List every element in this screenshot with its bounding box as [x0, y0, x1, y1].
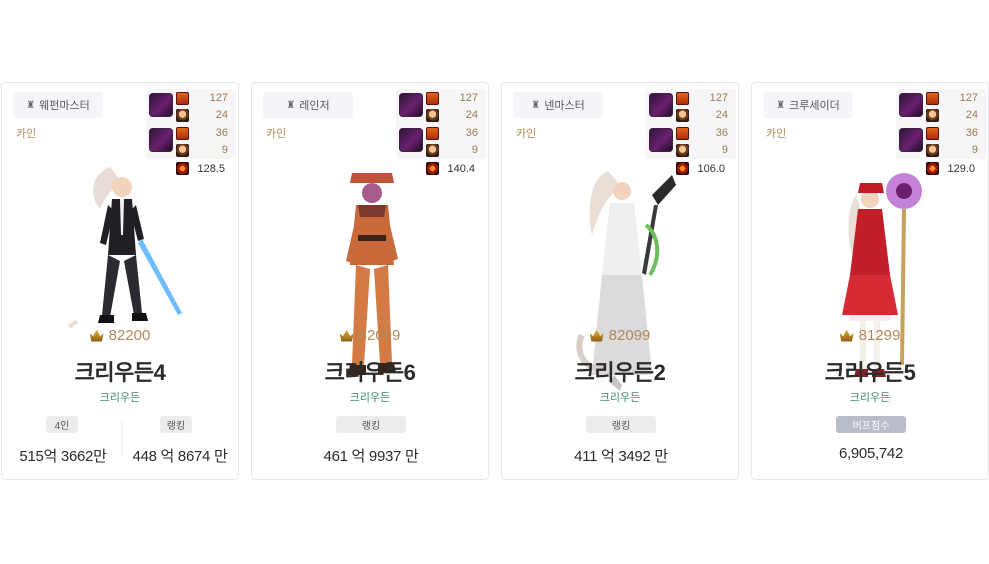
- avatar-icon: [676, 109, 689, 122]
- server-label: 카인: [766, 128, 787, 140]
- character-card-3[interactable]: ♜ 넨마스터 카인 127 24 36 9 106.0 82099 크리우든2 크…: [501, 82, 739, 480]
- character-card-4[interactable]: ♜ 크루세이더 카인 127 24 36 9 129.0 81299 크리우든5 …: [751, 82, 989, 480]
- stat-value: 127: [459, 92, 478, 104]
- divider: [121, 421, 122, 457]
- character-card-1[interactable]: ♜ 웨펀마스터 카인 127 24 36 9 128.5 82200 크리우든4 …: [1, 82, 239, 480]
- job-badge: ♜ 웨펀마스터: [13, 92, 103, 118]
- aura-icon: [649, 128, 673, 152]
- party-damage-value: 515억 3662만: [19, 448, 107, 465]
- score-value: 81299: [858, 327, 901, 344]
- avatar-icon: [676, 144, 689, 157]
- score-value: 82099: [608, 327, 651, 344]
- server-label: 카인: [516, 128, 537, 140]
- title-icon: [926, 92, 939, 105]
- character-card-2[interactable]: ♜ 레인저 카인 127 24 36 9 140.4 82099 크리우든6 크리…: [251, 82, 489, 480]
- job-badge: ♜ 넨마스터: [513, 92, 603, 118]
- adventure-name: 크리우든: [99, 392, 141, 404]
- character-name[interactable]: 크리우든2: [502, 355, 738, 387]
- ranking-pill: 랭킹: [586, 416, 656, 433]
- crown-icon: [339, 329, 354, 342]
- adventure-name: 크리우든: [599, 392, 641, 404]
- stat-value: 24: [215, 109, 228, 121]
- stat-value: 24: [715, 109, 728, 121]
- stat-value: 36: [465, 127, 478, 139]
- stat-value: 36: [715, 127, 728, 139]
- stat-value: 127: [209, 92, 228, 104]
- job-icon: ♜: [531, 99, 541, 111]
- stats-panel: 127 24 36 9: [896, 89, 986, 159]
- power-value: 106.0: [697, 163, 725, 175]
- stat-value: 9: [471, 144, 478, 156]
- stat-value: 9: [721, 144, 728, 156]
- creature-icon: [399, 93, 423, 117]
- stat-value: 127: [959, 92, 978, 104]
- aura-icon: [149, 128, 173, 152]
- party-pill: 4인: [46, 416, 78, 433]
- stat-value: 36: [215, 127, 228, 139]
- title-icon: [176, 92, 189, 105]
- stat-value: 24: [465, 109, 478, 121]
- avatar-icon: [926, 144, 939, 157]
- title-icon: [676, 92, 689, 105]
- ranking-damage-value: 448 억 8674 만: [132, 448, 228, 465]
- buff-score-pill: 버프점수: [836, 416, 906, 433]
- server-label: 카인: [16, 128, 37, 140]
- character-name[interactable]: 크리우든6: [252, 355, 488, 387]
- adventure-score: 82099: [502, 327, 738, 344]
- job-icon: ♜: [776, 99, 786, 111]
- job-label: 넨마스터: [544, 100, 585, 112]
- title-icon: [426, 127, 439, 140]
- avatar-icon: [176, 144, 189, 157]
- crown-icon: [89, 329, 104, 342]
- adventure-score: 82099: [252, 327, 488, 344]
- job-icon: ♜: [286, 99, 296, 111]
- stats-panel: 127 24 36 9: [396, 89, 486, 159]
- job-label: 웨펀마스터: [39, 100, 90, 112]
- aura-icon: [899, 128, 923, 152]
- crown-icon: [839, 329, 854, 342]
- stat-value: 9: [971, 144, 978, 156]
- server-label: 카인: [266, 128, 287, 140]
- title-icon: [926, 127, 939, 140]
- buff-score-value: 6,905,742: [838, 445, 904, 462]
- power-value: 140.4: [447, 163, 475, 175]
- ranking-damage-value: 411 억 3492 만: [574, 448, 668, 465]
- power-value: 128.5: [197, 163, 225, 175]
- title-icon: [426, 92, 439, 105]
- stats-panel: 127 24 36 9: [646, 89, 736, 159]
- score-value: 82099: [358, 327, 401, 344]
- adventure-score: 81299: [752, 327, 988, 344]
- stat-value: 127: [709, 92, 728, 104]
- avatar-icon: [426, 144, 439, 157]
- ranking-pill: 랭킹: [336, 416, 406, 433]
- job-badge: ♜ 크루세이더: [763, 92, 853, 118]
- job-label: 크루세이더: [789, 100, 840, 112]
- adventure-name: 크리우든: [349, 392, 391, 404]
- title-icon: [176, 127, 189, 140]
- power-value: 129.0: [947, 163, 975, 175]
- ranking-pill: 랭킹: [160, 416, 192, 433]
- ranking-damage-value: 461 억 9937 만: [323, 448, 419, 465]
- adventure-score: 82200: [2, 327, 238, 344]
- character-name[interactable]: 크리우든5: [752, 355, 988, 387]
- stat-value: 36: [965, 127, 978, 139]
- title-icon: [676, 127, 689, 140]
- crown-icon: [589, 329, 604, 342]
- avatar-icon: [926, 109, 939, 122]
- avatar-icon: [426, 109, 439, 122]
- character-name[interactable]: 크리우든4: [2, 355, 238, 387]
- score-value: 82200: [108, 327, 151, 344]
- avatar-icon: [176, 109, 189, 122]
- creature-icon: [149, 93, 173, 117]
- stat-value: 9: [221, 144, 228, 156]
- job-badge: ♜ 레인저: [263, 92, 353, 118]
- job-icon: ♜: [26, 99, 36, 111]
- creature-icon: [899, 93, 923, 117]
- creature-icon: [649, 93, 673, 117]
- aura-icon: [399, 128, 423, 152]
- stat-value: 24: [965, 109, 978, 121]
- job-label: 레인저: [299, 100, 330, 112]
- stats-panel: 127 24 36 9: [146, 89, 236, 159]
- adventure-name: 크리우든: [849, 392, 891, 404]
